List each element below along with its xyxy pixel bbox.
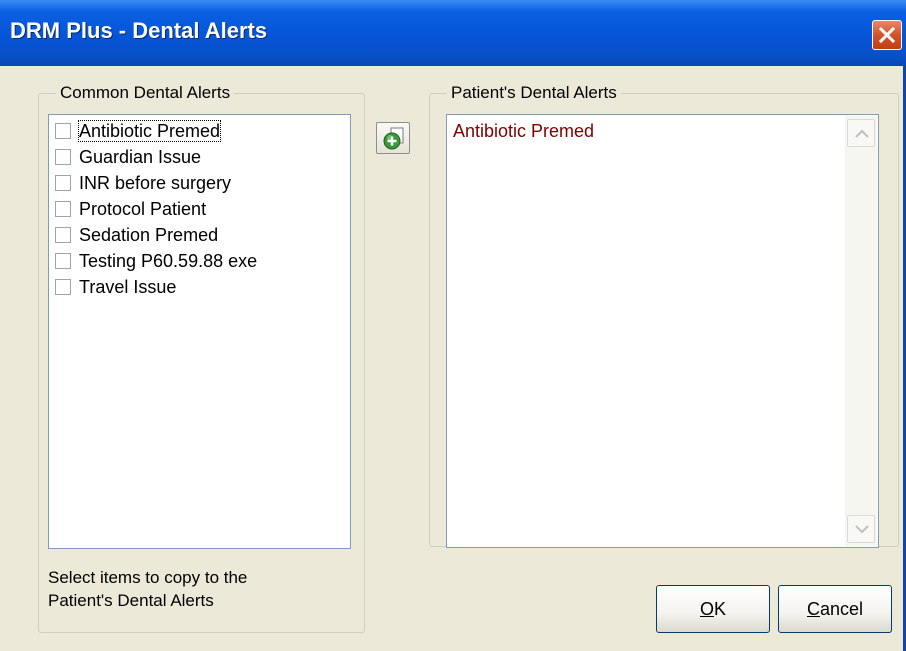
list-item-label: Testing P60.59.88 exe [79,251,258,271]
cancel-mnemonic: C [806,598,820,619]
checkbox[interactable] [55,123,71,139]
list-item[interactable]: Travel Issue [55,274,176,300]
list-item[interactable]: Sedation Premed [55,222,218,248]
chevron-up-icon [855,129,869,138]
list-item[interactable]: Protocol Patient [55,196,206,222]
title-bar[interactable]: DRM Plus - Dental Alerts [0,0,906,66]
checkbox[interactable] [55,253,71,269]
add-alert-button[interactable] [376,122,410,154]
dental-alerts-dialog: DRM Plus - Dental Alerts Common Dental A… [0,0,906,651]
patient-alerts-legend: Patient's Dental Alerts [451,83,617,102]
vertical-scrollbar[interactable] [845,116,877,546]
scroll-down-button[interactable] [847,515,875,543]
list-item[interactable]: Antibiotic Premed [55,118,222,144]
list-item-label: Antibiotic Premed [77,120,222,142]
close-button[interactable] [872,20,902,50]
list-item[interactable]: Testing P60.59.88 exe [55,248,257,274]
instruction-line-1: Select items to copy to the [48,568,248,587]
ok-label: K [714,598,727,619]
common-alerts-legend: Common Dental Alerts [60,83,231,102]
ok-button[interactable]: OK [656,585,770,633]
chevron-down-icon [855,525,869,534]
close-icon [878,26,896,44]
list-item-label: INR before surgery [79,173,232,193]
list-item[interactable]: Antibiotic Premed [453,121,594,142]
add-icon [383,127,404,150]
checkbox[interactable] [55,279,71,295]
common-alerts-list[interactable]: Antibiotic Premed Guardian Issue INR bef… [48,114,351,549]
checkbox[interactable] [55,149,71,165]
list-item[interactable]: Guardian Issue [55,144,201,170]
list-item-label: Protocol Patient [79,199,207,219]
list-item-label: Sedation Premed [79,225,219,245]
cancel-button[interactable]: Cancel [778,585,892,633]
ok-mnemonic: O [699,598,714,619]
checkbox[interactable] [55,175,71,191]
checkbox[interactable] [55,227,71,243]
cancel-label: ancel [819,598,864,619]
scroll-up-button[interactable] [847,119,875,147]
instruction-text: Select items to copy to the Patient's De… [48,566,348,612]
list-item[interactable]: INR before surgery [55,170,231,196]
list-item-label: Guardian Issue [79,147,202,167]
instruction-line-2: Patient's Dental Alerts [48,591,214,610]
window-title: DRM Plus - Dental Alerts [10,18,268,43]
checkbox[interactable] [55,201,71,217]
patient-alerts-list[interactable]: Antibiotic Premed [446,114,879,548]
list-item-label: Travel Issue [79,277,177,297]
